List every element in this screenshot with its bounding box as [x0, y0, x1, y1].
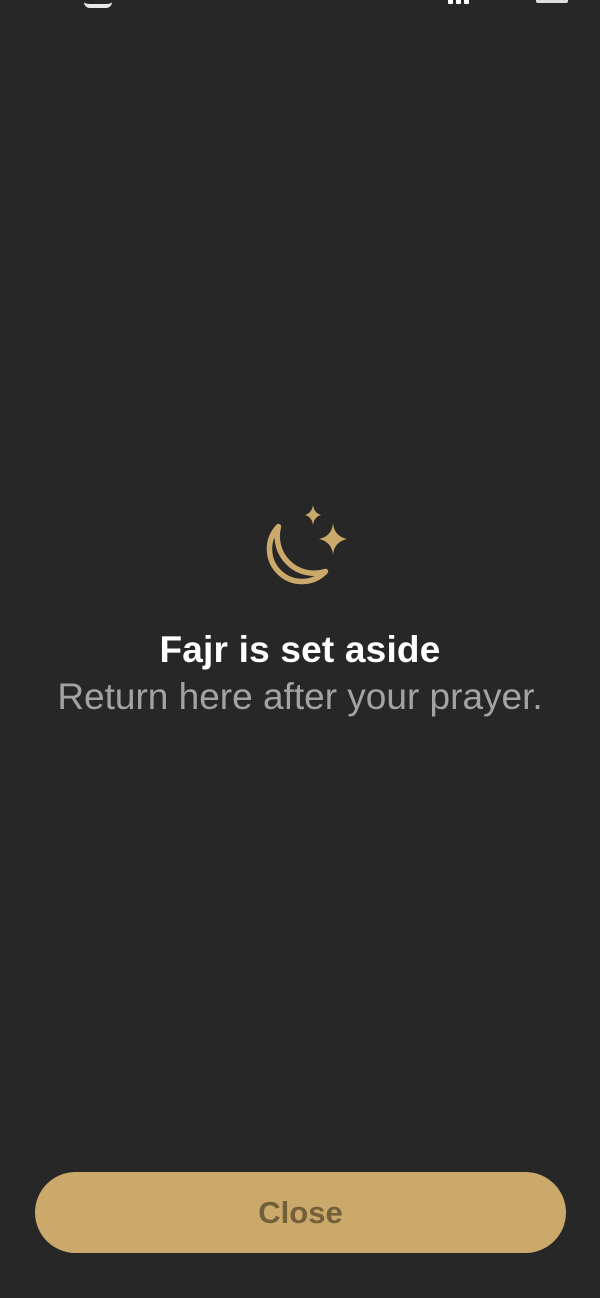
status-indicator-icon: [84, 0, 112, 8]
message-block: Fajr is set aside Return here after your…: [0, 500, 600, 720]
close-button[interactable]: Close: [35, 1172, 566, 1253]
page-subtitle: Return here after your prayer.: [57, 676, 543, 717]
status-bar: [0, 0, 600, 10]
crescent-moon-stars-icon: [266, 505, 347, 585]
page-title: Fajr is set aside: [159, 629, 441, 670]
battery-icon: [536, 0, 568, 3]
prayer-pause-screen: Fajr is set aside Return here after your…: [0, 0, 600, 1298]
signal-icon: [448, 0, 478, 4]
